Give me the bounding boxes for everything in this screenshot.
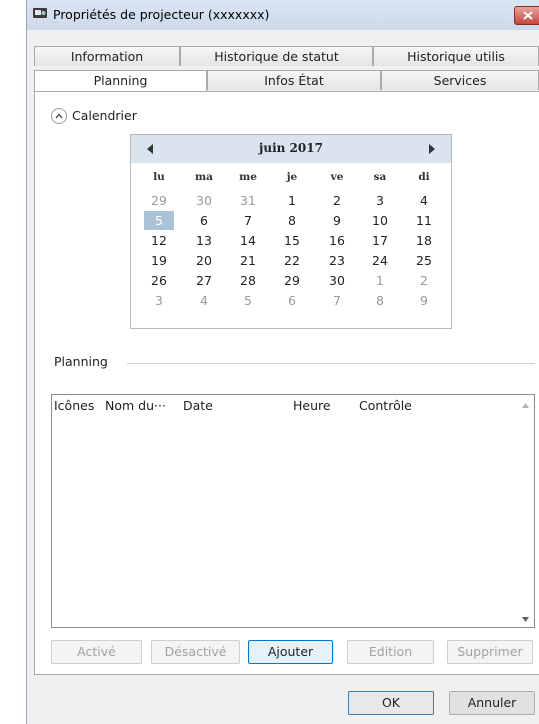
planning-section-label: Planning	[54, 354, 108, 369]
calendar-day[interactable]: 6	[189, 211, 219, 230]
calendar-day[interactable]: 2	[322, 191, 352, 210]
calendar-day[interactable]: 9	[409, 291, 439, 310]
calendar-day[interactable]: 3	[365, 191, 395, 210]
section-divider	[127, 363, 535, 364]
enable-button[interactable]: Activé	[51, 640, 142, 664]
tab-status-info[interactable]: Infos État	[207, 70, 381, 90]
column-header-name[interactable]: Nom du···	[105, 398, 166, 413]
calendar-day[interactable]: 28	[233, 271, 263, 290]
calendar-day[interactable]: 2	[409, 271, 439, 290]
ok-button[interactable]: OK	[348, 691, 434, 715]
add-button-label: Ajouter	[267, 644, 314, 659]
calendar-day[interactable]: 17	[365, 231, 395, 250]
calendar-day[interactable]: 12	[144, 231, 174, 250]
tab-status-history[interactable]: Historique de statut	[180, 46, 373, 66]
properties-window: Propriétés de projecteur (xxxxxxx) Infor…	[26, 0, 539, 724]
column-header-date[interactable]: Date	[183, 398, 213, 413]
ok-button-label: OK	[381, 695, 401, 710]
planning-list[interactable]: Icônes Nom du··· Date Heure Contrôle	[51, 394, 535, 628]
calendar-day[interactable]: 6	[277, 291, 307, 310]
calendar-day[interactable]: 20	[189, 251, 219, 270]
scroll-up-icon[interactable]	[522, 403, 529, 408]
tab-planning[interactable]: Planning	[34, 70, 207, 91]
edit-button-label: Edition	[368, 644, 413, 659]
calendar-day[interactable]: 4	[409, 191, 439, 210]
chevron-up-icon	[55, 113, 63, 119]
tab-services-label: Services	[433, 73, 487, 88]
delete-button[interactable]: Supprimer	[447, 640, 533, 664]
weekday-label: lu	[153, 171, 165, 183]
tab-usage-history[interactable]: Historique utilis	[373, 46, 539, 66]
calendar-day[interactable]: 11	[409, 211, 439, 230]
calendar-day[interactable]: 8	[277, 211, 307, 230]
disable-button[interactable]: Désactivé	[151, 640, 240, 664]
calendar-collapse-button[interactable]	[51, 108, 67, 124]
tab-planning-label: Planning	[93, 73, 148, 88]
month-calendar: juin 2017 lu ma me je ve sa di 29 30 31 …	[130, 134, 452, 329]
calendar-day[interactable]: 30	[189, 191, 219, 210]
weekday-label: me	[239, 171, 257, 183]
weekday-label: sa	[373, 171, 387, 183]
calendar-day[interactable]: 18	[409, 231, 439, 250]
calendar-day[interactable]: 14	[233, 231, 263, 250]
calendar-day[interactable]: 16	[322, 231, 352, 250]
weekday-label: ma	[195, 171, 213, 183]
calendar-day[interactable]: 1	[365, 271, 395, 290]
scroll-down-icon[interactable]	[522, 617, 529, 622]
vertical-scrollbar[interactable]	[518, 395, 534, 627]
delete-button-label: Supprimer	[457, 644, 523, 659]
close-button[interactable]	[514, 6, 539, 25]
calendar-month-label[interactable]: juin 2017	[131, 141, 451, 155]
cancel-button[interactable]: Annuler	[449, 691, 535, 715]
column-header-time[interactable]: Heure	[293, 398, 331, 413]
calendar-header: juin 2017	[131, 135, 451, 163]
tab-status-history-label: Historique de statut	[214, 49, 339, 64]
calendar-day[interactable]: 8	[365, 291, 395, 310]
calendar-day[interactable]: 26	[144, 271, 174, 290]
cancel-button-label: Annuler	[467, 695, 517, 710]
projector-app-icon	[33, 8, 47, 18]
close-icon	[523, 11, 533, 20]
weekday-label: ve	[330, 171, 344, 183]
calendar-day[interactable]: 5	[233, 291, 263, 310]
calendar-day[interactable]: 19	[144, 251, 174, 270]
calendar-day[interactable]: 9	[322, 211, 352, 230]
calendar-day[interactable]: 7	[322, 291, 352, 310]
calendar-day[interactable]: 24	[365, 251, 395, 270]
calendar-day[interactable]: 31	[233, 191, 263, 210]
calendar-day[interactable]: 13	[189, 231, 219, 250]
tab-usage-history-label: Historique utilis	[407, 49, 505, 64]
window-title: Propriétés de projecteur (xxxxxxx)	[53, 7, 270, 22]
weekday-label: di	[418, 171, 430, 183]
calendar-day[interactable]: 29	[277, 271, 307, 290]
calendar-day[interactable]: 22	[277, 251, 307, 270]
calendar-day[interactable]: 4	[189, 291, 219, 310]
tab-information-label: Information	[70, 49, 144, 64]
disable-button-label: Désactivé	[164, 644, 227, 659]
calendar-day[interactable]: 27	[189, 271, 219, 290]
enable-button-label: Activé	[77, 644, 116, 659]
next-month-icon[interactable]	[427, 143, 437, 155]
calendar-day[interactable]: 23	[322, 251, 352, 270]
edit-button[interactable]: Edition	[347, 640, 434, 664]
calendar-day[interactable]: 15	[277, 231, 307, 250]
add-button[interactable]: Ajouter	[248, 640, 333, 664]
calendar-day[interactable]: 29	[144, 191, 174, 210]
column-header-control[interactable]: Contrôle	[359, 398, 412, 413]
calendar-day[interactable]: 30	[322, 271, 352, 290]
calendar-day[interactable]: 1	[277, 191, 307, 210]
calendar-day[interactable]: 10	[365, 211, 395, 230]
column-header-icons[interactable]: Icônes	[54, 398, 94, 413]
title-bar[interactable]: Propriétés de projecteur (xxxxxxx)	[27, 0, 539, 30]
tab-services[interactable]: Services	[381, 70, 539, 90]
calendar-day-selected[interactable]: 5	[144, 211, 174, 230]
tab-information[interactable]: Information	[34, 46, 180, 66]
calendar-day[interactable]: 3	[144, 291, 174, 310]
calendar-day[interactable]: 7	[233, 211, 263, 230]
weekday-label: je	[286, 171, 298, 183]
calendar-day[interactable]: 21	[233, 251, 263, 270]
tab-status-info-label: Infos État	[264, 73, 324, 88]
calendar-day[interactable]: 25	[409, 251, 439, 270]
calendar-section-label: Calendrier	[72, 108, 137, 123]
